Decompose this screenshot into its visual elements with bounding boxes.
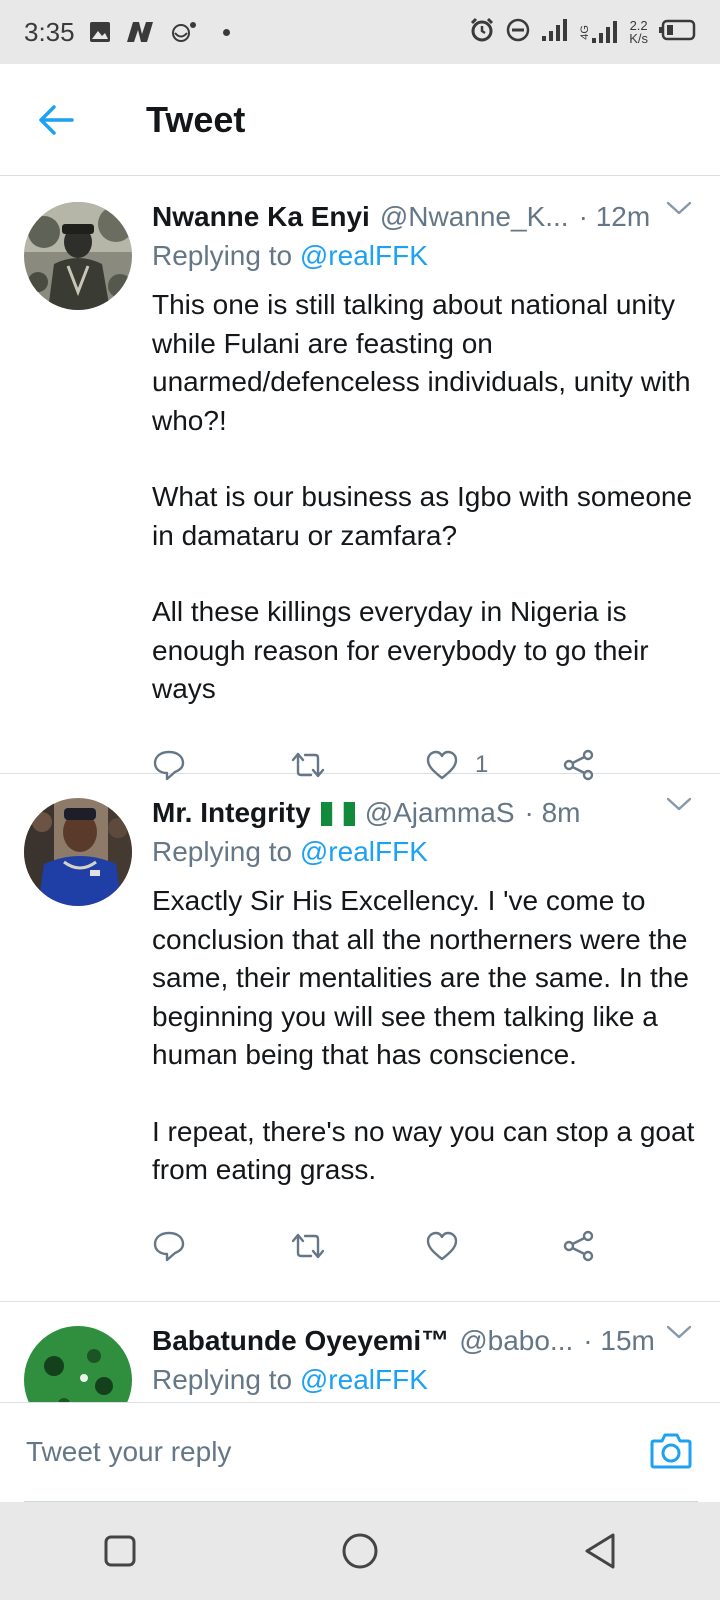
- tweet-options-button[interactable]: [666, 796, 692, 817]
- tweet-item[interactable]: Babatunde Oyeyemi™ @babo... · 15m Replyi…: [0, 1302, 720, 1402]
- tweet-item[interactable]: Mr. Integrity @AjammaS · 8m Replying to …: [0, 774, 720, 1302]
- replying-to-label: Replying to: [152, 240, 293, 271]
- tweet-content: Mr. Integrity @AjammaS · 8m Replying to …: [152, 774, 720, 1286]
- tweet-header: Nwanne Ka Enyi @Nwanne_K... · 12m: [152, 196, 698, 238]
- system-back-button[interactable]: [560, 1511, 640, 1591]
- mention-link[interactable]: @realFFK: [300, 240, 428, 271]
- recent-apps-button[interactable]: [80, 1511, 160, 1591]
- network-type-label: 4G: [579, 24, 592, 40]
- network-type-icon: 4G: [579, 20, 619, 44]
- tweet-paragraph: Exactly Sir His Excellency. I 've come t…: [152, 885, 689, 1070]
- reply-feed[interactable]: Nwanne Ka Enyi @Nwanne_K... · 12m Replyi…: [0, 178, 720, 1402]
- replying-to-label: Replying to: [152, 1364, 293, 1395]
- app-bar: Tweet: [0, 64, 720, 176]
- author-name[interactable]: Nwanne Ka Enyi: [152, 201, 370, 233]
- mention-link[interactable]: @realFFK: [300, 1364, 428, 1395]
- tweet-paragraph: This one is still talking about national…: [152, 289, 691, 436]
- like-button[interactable]: [425, 1231, 562, 1261]
- avatar[interactable]: [24, 202, 132, 310]
- home-button[interactable]: [320, 1511, 400, 1591]
- retweet-icon: [291, 1233, 324, 1258]
- retweet-button[interactable]: [289, 1231, 426, 1261]
- tweet-time: · 15m: [583, 1325, 655, 1356]
- tweet-content: Nwanne Ka Enyi @Nwanne_K... · 12m Replyi…: [152, 178, 720, 805]
- nigeria-flag-icon: [320, 801, 355, 826]
- network-speed: 2.2 K/s: [629, 19, 648, 45]
- share-icon: [563, 1230, 593, 1261]
- author-handle[interactable]: @AjammaS: [365, 797, 515, 829]
- tweet-header: Babatunde Oyeyemi™ @babo... · 15m: [152, 1320, 698, 1362]
- reply-input[interactable]: [24, 1403, 698, 1503]
- camera-icon: [650, 1433, 692, 1469]
- reply-bar: [0, 1402, 720, 1503]
- status-bar: 3:35 4G 2.2 K/s: [0, 0, 720, 64]
- tweet-actions: [152, 1210, 698, 1286]
- tweet-paragraph: All these killings everyday in Nigeria i…: [152, 596, 649, 704]
- tweet-paragraph: What is our business as Igbo with someon…: [152, 481, 693, 551]
- page-title: Tweet: [146, 98, 246, 140]
- replying-to: Replying to @realFFK: [152, 836, 698, 876]
- tweet-content: Babatunde Oyeyemi™ @babo... · 15m Replyi…: [152, 1302, 720, 1402]
- mention-link[interactable]: @realFFK: [300, 836, 428, 867]
- speed-unit: K/s: [629, 31, 648, 46]
- n-app-icon: [125, 20, 155, 44]
- triangle-back-icon: [585, 1533, 615, 1569]
- tweet-header: Mr. Integrity @AjammaS · 8m: [152, 792, 698, 834]
- signal-icon: [541, 18, 569, 47]
- system-navigation-bar: [0, 1502, 720, 1600]
- chevron-down-icon: [666, 1325, 692, 1339]
- tweet-text: This one is still talking about national…: [152, 286, 698, 709]
- author-name[interactable]: Babatunde Oyeyemi™: [152, 1325, 449, 1357]
- gallery-icon: [89, 21, 111, 43]
- author-handle[interactable]: @Nwanne_K...: [380, 201, 569, 233]
- reply-icon: [153, 1231, 185, 1261]
- chevron-down-icon: [666, 201, 692, 215]
- share-button[interactable]: [562, 1230, 699, 1262]
- status-time: 3:35: [24, 16, 75, 47]
- heart-icon: [426, 1231, 458, 1260]
- author-handle[interactable]: @babo...: [459, 1325, 573, 1357]
- tweet-time: · 8m: [524, 797, 581, 828]
- circle-icon: [342, 1533, 378, 1569]
- back-button[interactable]: [0, 64, 112, 176]
- tweet-paragraph: I repeat, there's no way you can stop a …: [152, 1115, 695, 1186]
- back-arrow-icon: [39, 104, 74, 135]
- tweet-options-button[interactable]: [666, 1324, 692, 1345]
- tweet-options-button[interactable]: [666, 200, 692, 221]
- tweet-time: · 12m: [578, 201, 651, 232]
- alarm-icon: [469, 17, 495, 48]
- do-not-disturb-icon: [505, 17, 531, 48]
- tweet-item[interactable]: Nwanne Ka Enyi @Nwanne_K... · 12m Replyi…: [0, 178, 720, 780]
- tweet-text: Exactly Sir His Excellency. I 've come t…: [152, 882, 698, 1190]
- avatar[interactable]: [24, 798, 132, 906]
- replying-to-label: Replying to: [152, 836, 293, 867]
- notification-app-icon: [169, 20, 199, 44]
- avatar[interactable]: [24, 1326, 132, 1402]
- replying-to: Replying to @realFFK: [152, 240, 698, 280]
- more-notifications-dot: [222, 28, 230, 36]
- camera-button[interactable]: [650, 1431, 692, 1474]
- square-icon: [104, 1535, 136, 1567]
- replying-to: Replying to @realFFK: [152, 1364, 698, 1402]
- chevron-down-icon: [666, 797, 692, 811]
- reply-button[interactable]: [152, 1230, 289, 1262]
- battery-icon: [658, 19, 696, 46]
- author-name[interactable]: Mr. Integrity: [152, 797, 311, 829]
